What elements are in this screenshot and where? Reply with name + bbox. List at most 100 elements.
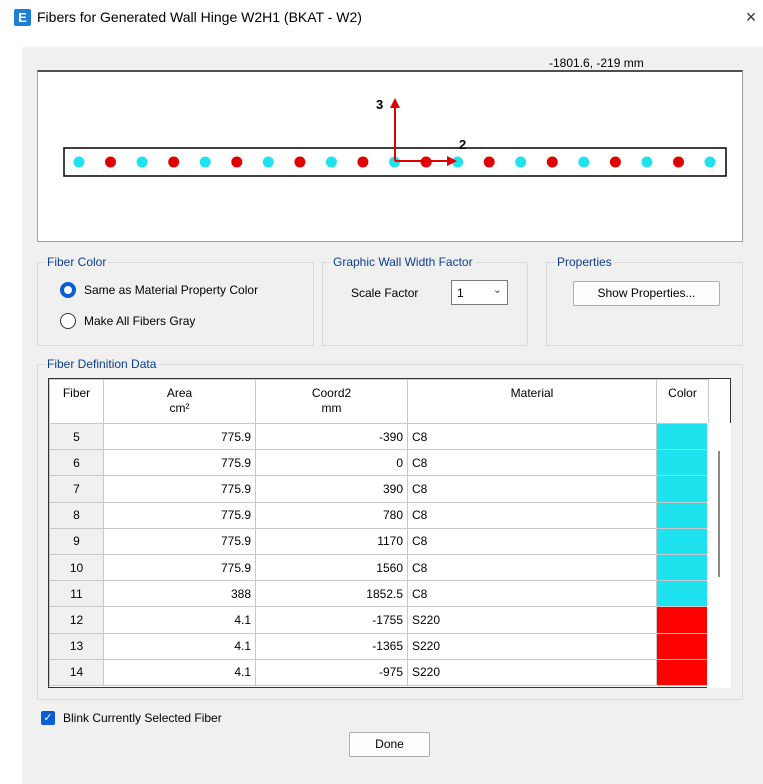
table-row[interactable]: 5 775.9 -390 C8 (49, 422, 709, 451)
concrete-fiber-dot[interactable] (262, 156, 274, 168)
steel-fiber-dot[interactable] (609, 156, 621, 168)
steel-fiber-dot[interactable] (231, 156, 243, 168)
steel-fiber-dot[interactable] (546, 156, 558, 168)
material-cell[interactable]: C8 (407, 501, 657, 529)
radio-make-all-gray[interactable]: Make All Fibers Gray (60, 313, 195, 329)
steel-fiber-dot[interactable] (357, 156, 369, 168)
material-cell[interactable]: C8 (407, 527, 657, 555)
color-swatch-cell[interactable] (656, 632, 709, 660)
area-cell[interactable]: 775.9 (103, 553, 256, 582)
blink-fiber-checkbox[interactable]: ✓ (41, 711, 55, 725)
steel-fiber-dot[interactable] (105, 156, 116, 168)
radio-same-as-material[interactable]: Same as Material Property Color (60, 282, 258, 298)
scrollbar-thumb[interactable] (718, 451, 720, 577)
color-swatch-cell[interactable] (656, 527, 709, 555)
fiber-cell[interactable]: 7 (49, 475, 104, 503)
fiber-cell[interactable]: 11 (49, 580, 104, 608)
coord2-cell[interactable]: 780 (255, 501, 408, 529)
fiber-cell[interactable]: 8 (49, 501, 104, 529)
color-swatch-cell[interactable] (656, 606, 709, 634)
coord2-cell[interactable]: -1755 (255, 606, 408, 634)
table-vertical-scrollbar[interactable] (707, 423, 731, 688)
material-cell[interactable]: C8 (407, 580, 657, 608)
steel-fiber-dot[interactable] (168, 156, 180, 168)
material-cell[interactable]: C8 (407, 422, 657, 451)
table-row[interactable]: 7 775.9 390 C8 (49, 475, 709, 503)
table-row[interactable]: 10 775.9 1560 C8 (49, 553, 709, 582)
concrete-fiber-dot[interactable] (73, 156, 85, 168)
fiber-cell[interactable]: 6 (49, 449, 104, 477)
table-row[interactable]: 6 775.9 0 C8 (49, 449, 709, 477)
area-cell[interactable]: 388 (103, 580, 256, 608)
color-swatch-cell[interactable] (656, 658, 709, 686)
color-swatch-cell[interactable] (656, 449, 709, 477)
fiber-cell[interactable]: 14 (49, 658, 104, 686)
column-header-coord2[interactable]: Coord2 mm (255, 379, 408, 424)
area-cell[interactable]: 775.9 (103, 475, 256, 503)
blink-fiber-label: Blink Currently Selected Fiber (63, 711, 222, 725)
properties-group-title: Properties (555, 255, 614, 269)
fiber-cell[interactable]: 12 (49, 606, 104, 634)
area-cell[interactable]: 775.9 (103, 527, 256, 555)
area-cell[interactable]: 775.9 (103, 449, 256, 477)
area-cell[interactable]: 4.1 (103, 658, 256, 686)
column-header-area[interactable]: Area cm² (103, 379, 256, 424)
area-cell[interactable]: 775.9 (103, 501, 256, 529)
fiber-cell[interactable]: 13 (49, 632, 104, 660)
material-cell[interactable]: C8 (407, 553, 657, 582)
area-cell[interactable]: 4.1 (103, 606, 256, 634)
material-cell[interactable]: C8 (407, 475, 657, 503)
table-row[interactable]: 8 775.9 780 C8 (49, 501, 709, 529)
scale-factor-dropdown[interactable]: 1 ⌄ (451, 280, 508, 305)
column-header-color[interactable]: Color (656, 379, 709, 424)
table-row[interactable]: 13 4.1 -1365 S220 (49, 632, 709, 660)
concrete-fiber-dot[interactable] (199, 156, 211, 168)
coord2-cell[interactable]: 0 (255, 449, 408, 477)
fiber-cell[interactable]: 5 (49, 422, 104, 451)
coord2-cell[interactable]: 1170 (255, 527, 408, 555)
fiber-graphic-canvas[interactable]: 3 2 (37, 70, 743, 242)
axis-3-arrowhead (390, 98, 400, 108)
fiber-cell[interactable]: 9 (49, 527, 104, 555)
concrete-fiber-dot[interactable] (704, 156, 716, 168)
show-properties-button[interactable]: Show Properties... (573, 281, 720, 306)
done-button[interactable]: Done (349, 732, 430, 757)
concrete-fiber-dot[interactable] (515, 156, 527, 168)
material-cell[interactable]: S220 (407, 632, 657, 660)
color-swatch-cell[interactable] (656, 580, 709, 608)
column-header-fiber-text: Fiber (62, 386, 91, 400)
coord2-cell[interactable]: -975 (255, 658, 408, 686)
fiber-cell[interactable]: 10 (49, 553, 104, 582)
concrete-fiber-dot[interactable] (136, 156, 148, 168)
steel-fiber-dot[interactable] (483, 156, 495, 168)
area-cell[interactable]: 4.1 (103, 632, 256, 660)
coord2-cell[interactable]: 390 (255, 475, 408, 503)
steel-fiber-dot[interactable] (673, 156, 684, 168)
coord2-cell[interactable]: 1852.5 (255, 580, 408, 608)
table-row[interactable]: 14 4.1 -975 S220 (49, 658, 709, 686)
table-row[interactable]: 11 388 1852.5 C8 (49, 580, 709, 608)
fiber-definition-table: Fiber Area cm² Coord2 mm Material Color … (49, 379, 709, 686)
color-swatch-cell[interactable] (656, 422, 709, 451)
coord2-cell[interactable]: -1365 (255, 632, 408, 660)
close-button[interactable]: × (739, 2, 763, 32)
coord2-cell[interactable]: 1560 (255, 553, 408, 582)
material-cell[interactable]: S220 (407, 606, 657, 634)
axis-3-label: 3 (376, 97, 383, 112)
concrete-fiber-dot[interactable] (325, 156, 337, 168)
material-cell[interactable]: S220 (407, 658, 657, 686)
table-row[interactable]: 12 4.1 -1755 S220 (49, 606, 709, 634)
area-cell[interactable]: 775.9 (103, 422, 256, 451)
chevron-down-icon: ⌄ (492, 284, 502, 296)
material-cell[interactable]: C8 (407, 449, 657, 477)
column-header-material[interactable]: Material (407, 379, 657, 424)
concrete-fiber-dot[interactable] (578, 156, 590, 168)
table-row[interactable]: 9 775.9 1170 C8 (49, 527, 709, 555)
steel-fiber-dot[interactable] (294, 156, 306, 168)
color-swatch-cell[interactable] (656, 501, 709, 529)
column-header-fiber[interactable]: Fiber (49, 379, 104, 424)
color-swatch-cell[interactable] (656, 553, 709, 582)
color-swatch-cell[interactable] (656, 475, 709, 503)
coord2-cell[interactable]: -390 (255, 422, 408, 451)
concrete-fiber-dot[interactable] (641, 156, 653, 168)
